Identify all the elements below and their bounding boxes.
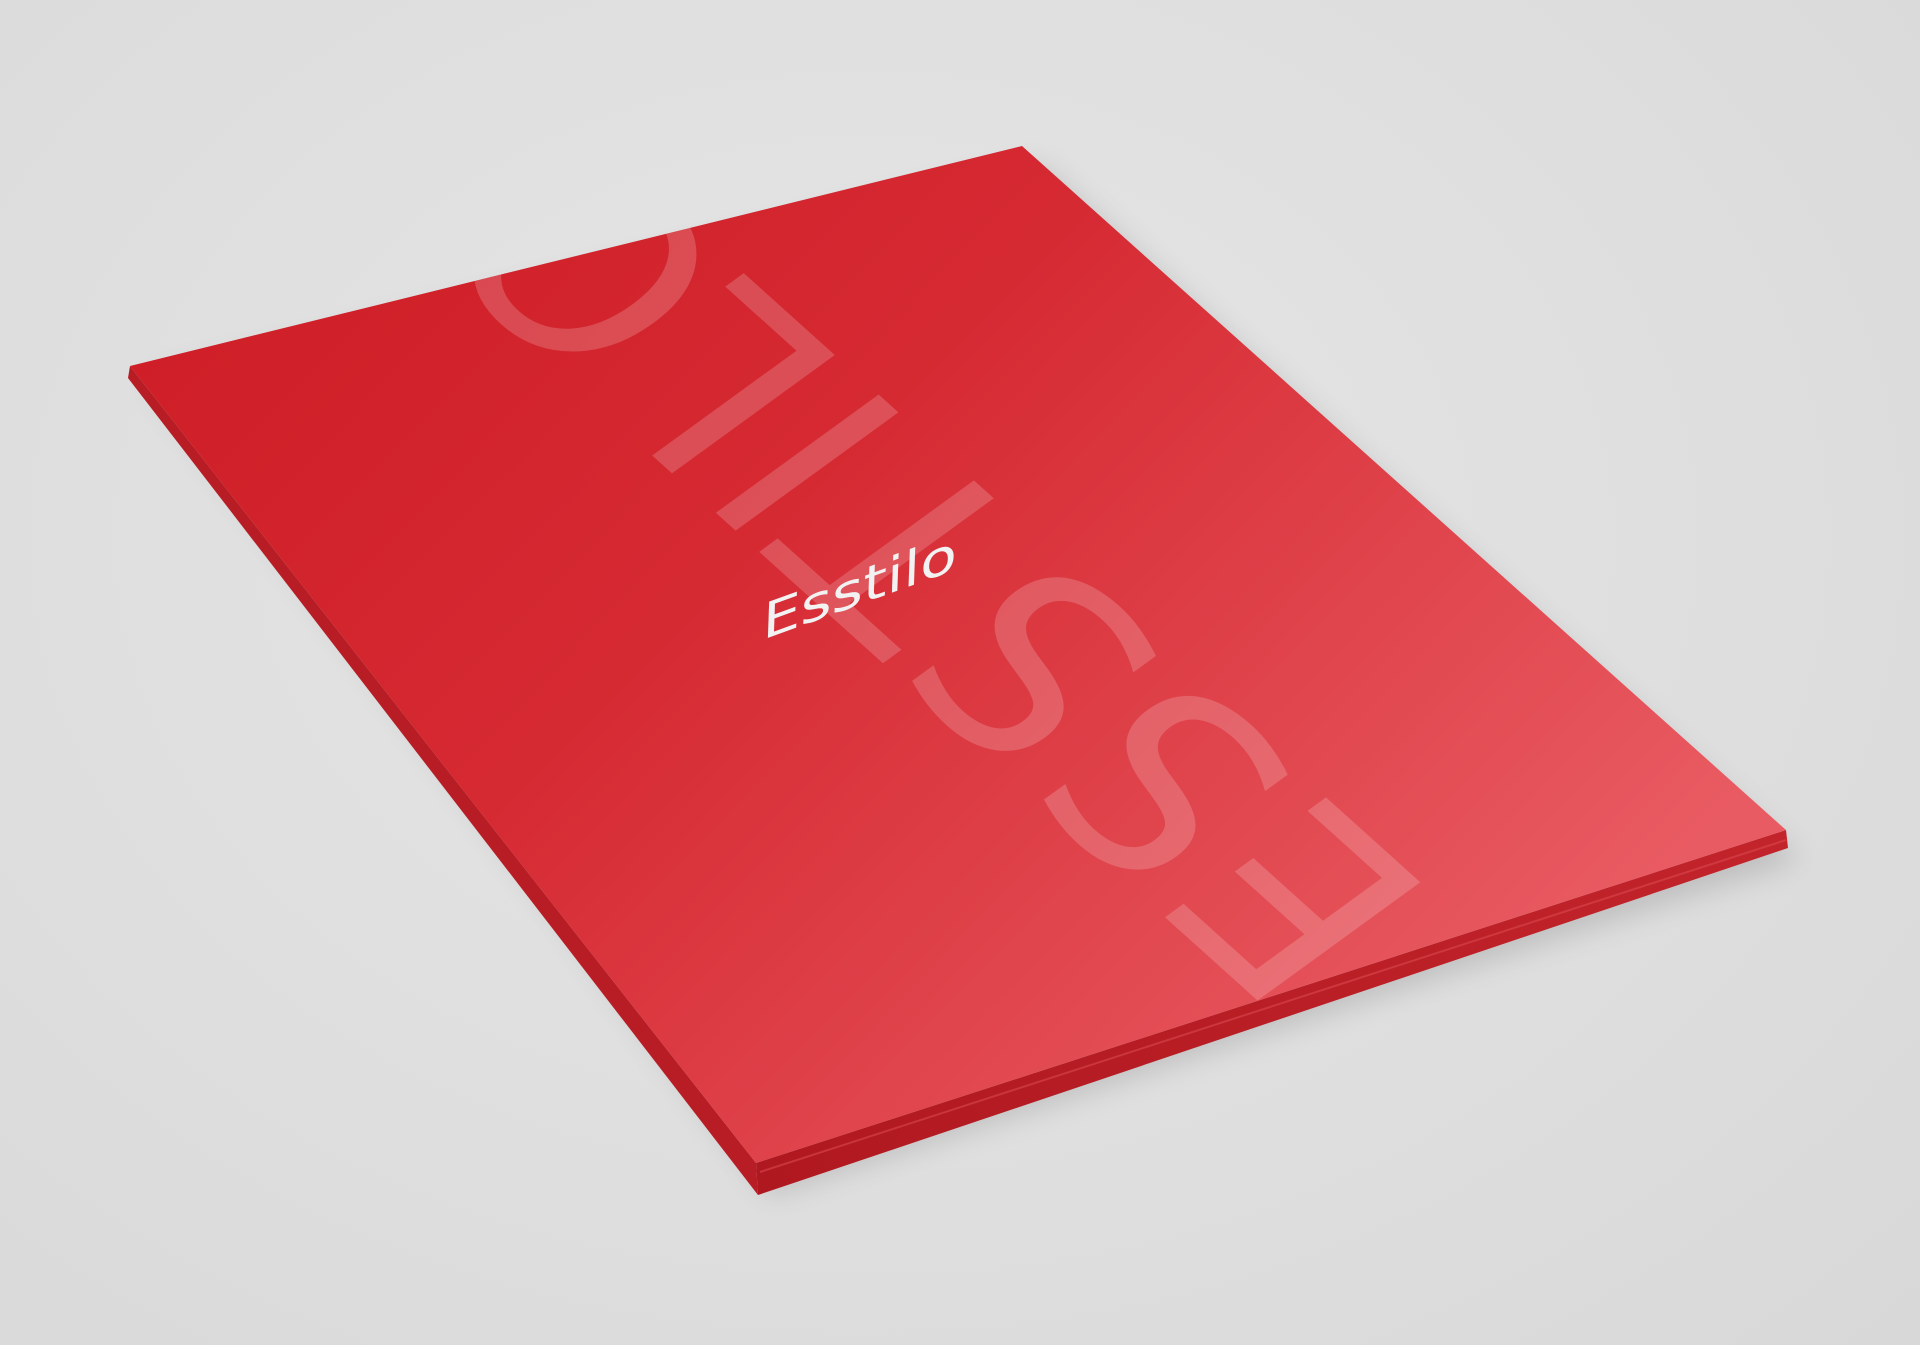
scene: ESSTILO Esstilo [0,0,1920,1345]
folder-mockup: ESSTILO Esstilo [128,146,1800,1195]
